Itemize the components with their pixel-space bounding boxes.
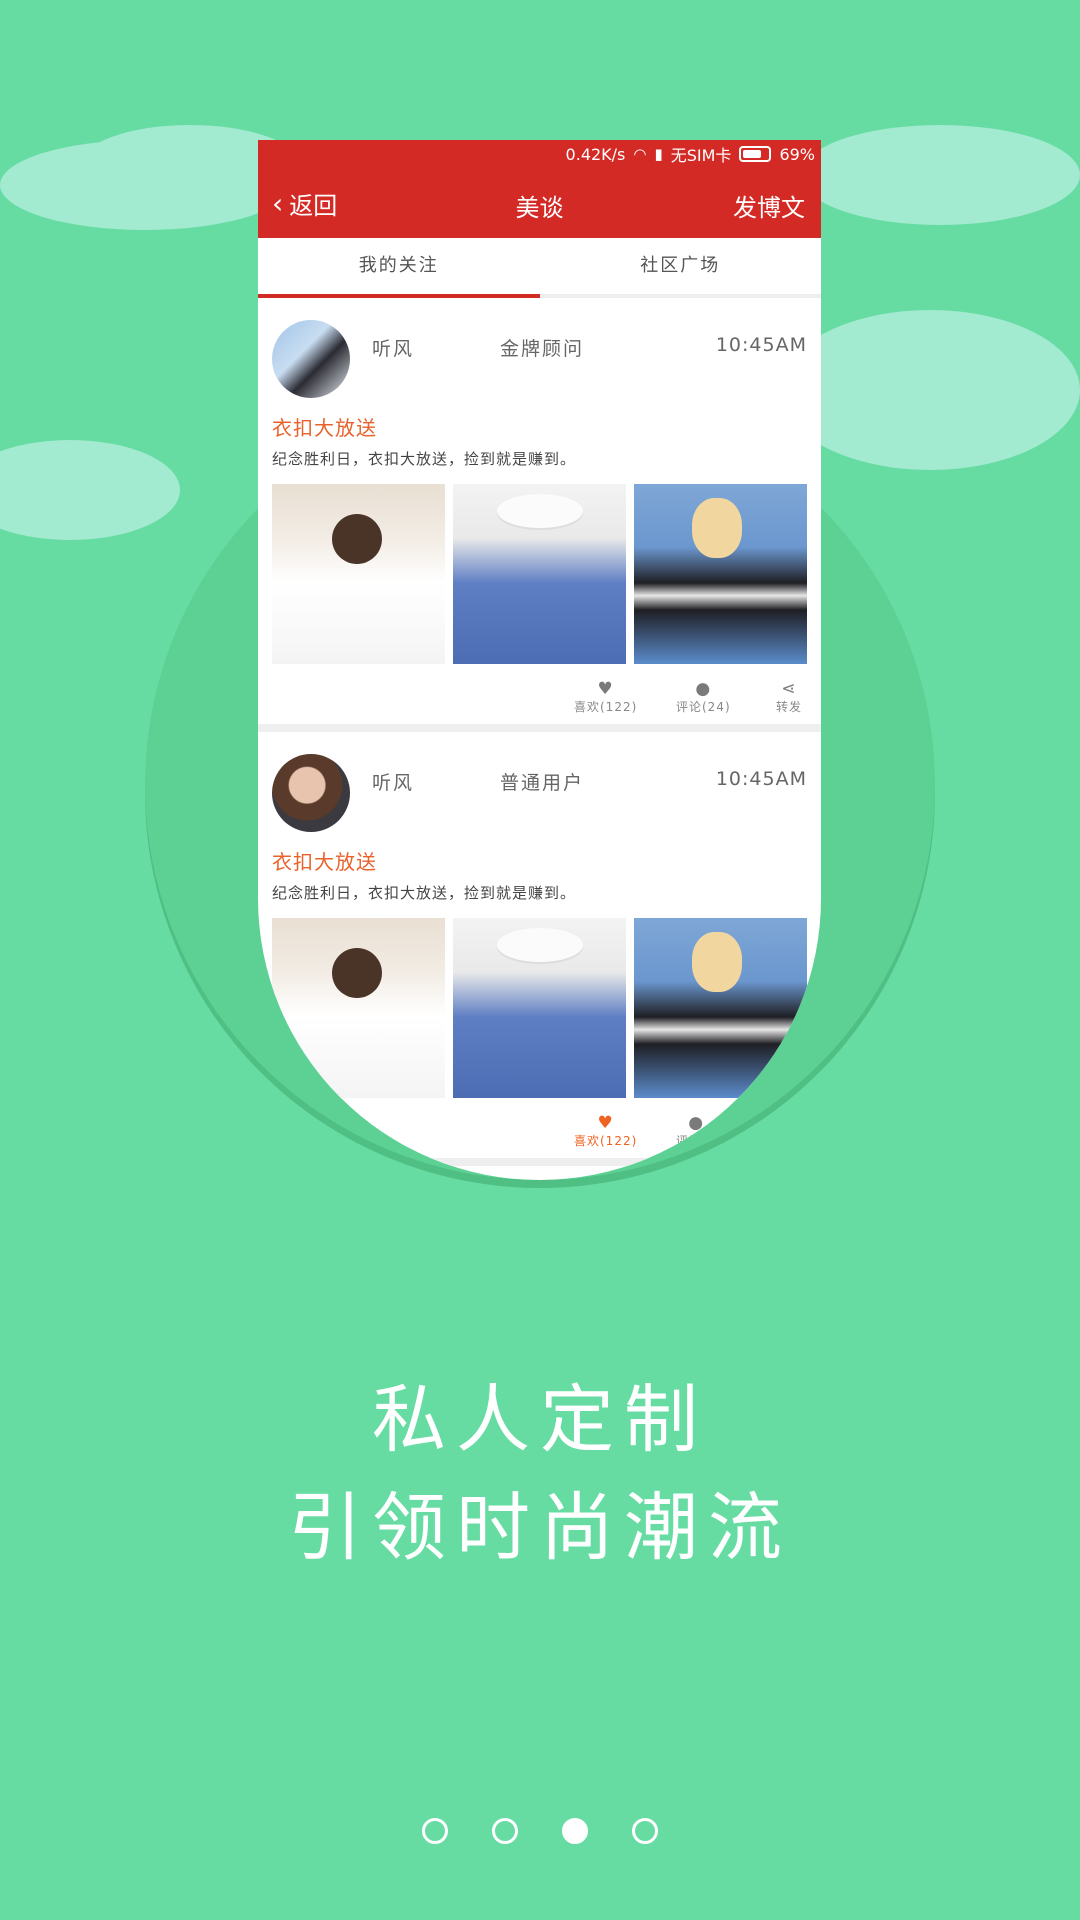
photo-grid [272,918,807,1098]
like-button[interactable]: ♥ 喜欢(122) [574,1114,637,1149]
post-photo[interactable] [272,484,445,664]
tab-bar: 我的关注 社区广场 [258,238,821,298]
page-indicator [0,1818,1080,1844]
like-label: 喜欢(122) [574,700,638,714]
like-label: 喜欢(122) [574,1134,638,1148]
user-name[interactable]: 听风 [372,768,414,795]
slogan-line-1: 私人定制 [372,1377,708,1463]
post-photo[interactable] [453,484,626,664]
tab-community[interactable]: 社区广场 [540,238,822,294]
comment-label: 评论(24) [676,700,731,714]
photo-grid [272,484,807,664]
page-dot[interactable] [422,1818,448,1844]
user-name[interactable]: 听风 [372,334,414,361]
post-photo[interactable] [634,484,807,664]
post-title[interactable]: 衣扣大放送 [272,412,377,441]
network-speed: 0.42K/s [565,144,626,164]
share-button[interactable]: ⋖ 转发 [776,680,802,715]
like-button[interactable]: ♥ 喜欢(122) [574,680,637,715]
status-bar: 0.42K/s ◠ ▮ 无SIM卡 69% [258,140,821,168]
comment-icon: ● [695,679,712,699]
new-post-button[interactable]: 发博文 [733,188,805,223]
post-actions: ♥ 喜欢(122) ● 评论(2 [258,1114,821,1154]
battery-level: 69% [779,144,815,164]
post-photo[interactable] [453,918,626,1098]
post-photo[interactable] [272,918,445,1098]
battery-icon [739,146,772,162]
comment-icon: ● [688,1113,705,1133]
avatar[interactable] [272,754,350,832]
heart-icon: ♥ [597,1113,614,1133]
nav-bar: ‹ 返回 美谈 发博文 [258,168,821,238]
post-card: 听风 普通用户 10:45AM 衣扣大放送 纪念胜利日，衣扣大放送，捡到就是赚到… [258,732,821,1166]
post-text: 纪念胜利日，衣扣大放送，捡到就是赚到。 [272,884,577,902]
page-dot-active[interactable] [562,1818,588,1844]
comment-button[interactable]: ● 评论(24) [676,680,731,715]
avatar[interactable] [272,320,350,398]
post-actions: ♥ 喜欢(122) ● 评论(24) ⋖ 转发 [258,680,821,720]
comment-label: 评论(2 [676,1134,717,1148]
user-role: 普通用户 [500,772,585,794]
cloud-decoration [0,440,180,540]
slogan-line-2: 引领时尚潮流 [288,1485,792,1571]
page-dot[interactable] [492,1818,518,1844]
post-time: 10:45AM [715,334,807,356]
post-card: 听风 金牌顾问 10:45AM 衣扣大放送 纪念胜利日，衣扣大放送，捡到就是赚到… [258,298,821,732]
sim-status: 无SIM卡 [670,146,732,165]
post-title[interactable]: 衣扣大放送 [272,846,377,875]
signal-icon: ▮ [654,145,663,163]
share-label: 转发 [776,700,803,714]
wifi-icon: ◠ [633,145,647,163]
cloud-decoration [800,125,1080,225]
page-dot[interactable] [632,1818,658,1844]
comment-button[interactable]: ● 评论(2 [676,1114,716,1149]
user-role: 金牌顾问 [500,338,585,360]
post-photo[interactable] [634,918,807,1098]
phone-screen: 0.42K/s ◠ ▮ 无SIM卡 69% ‹ 返回 美谈 发博文 我的关注 社… [258,140,821,1180]
post-text: 纪念胜利日，衣扣大放送，捡到就是赚到。 [272,450,577,468]
tab-following[interactable]: 我的关注 [258,238,540,298]
heart-icon: ♥ [597,679,614,699]
share-icon: ⋖ [781,679,797,699]
post-time: 10:45AM [715,768,807,790]
cloud-decoration [780,310,1080,470]
